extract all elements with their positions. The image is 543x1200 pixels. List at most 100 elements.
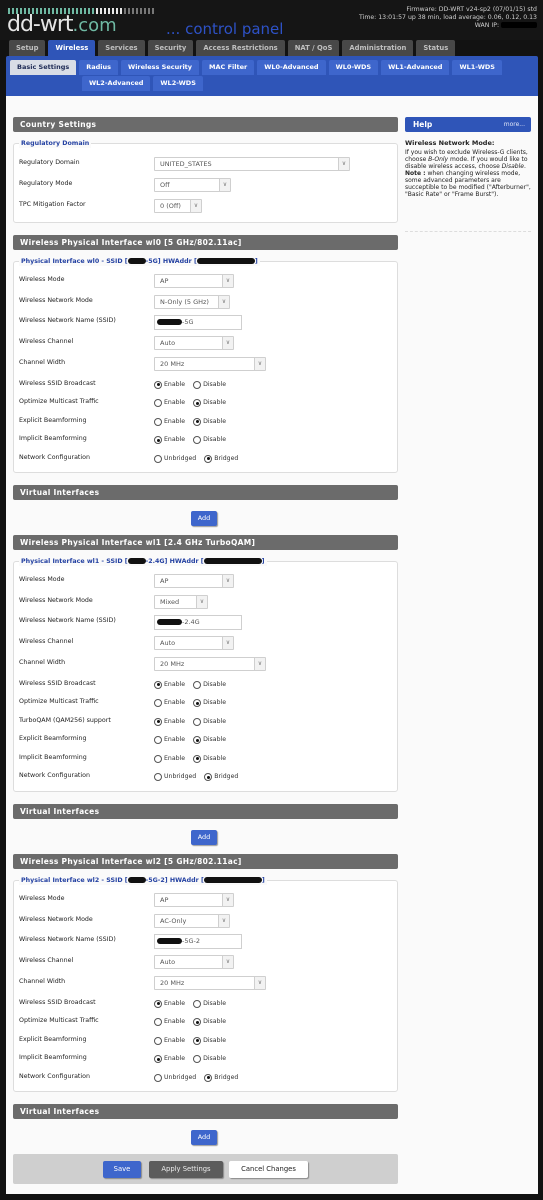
radio-button[interactable]: [193, 417, 202, 426]
radio-unbridged[interactable]: Unbridged: [154, 1073, 196, 1083]
radio-disable[interactable]: Disable: [193, 1036, 226, 1046]
radio-button[interactable]: [154, 699, 162, 707]
radio-enable[interactable]: Enable: [154, 1054, 185, 1064]
radio-enable[interactable]: Enable: [154, 417, 185, 427]
radio-button[interactable]: [154, 1036, 162, 1045]
network-mode-select[interactable]: AC-Only ∨: [154, 913, 230, 928]
ssid-input[interactable]: -2.4G: [154, 615, 242, 631]
radio-button[interactable]: [193, 717, 202, 726]
tab-status[interactable]: Status: [416, 40, 456, 56]
regulatory-domain-select[interactable]: UNITED_STATES ∨: [154, 157, 350, 171]
channel-width-select[interactable]: 20 MHz ∨: [154, 975, 266, 990]
radio-disable[interactable]: Disable: [193, 380, 226, 390]
radio-button[interactable]: [154, 754, 162, 763]
radio-disable[interactable]: Disable: [193, 1017, 226, 1027]
regulatory-mode-select[interactable]: Off ∨: [154, 178, 231, 192]
radio-button[interactable]: [154, 717, 162, 726]
radio-enable[interactable]: Enable: [154, 698, 185, 708]
radio-enable[interactable]: Enable: [154, 754, 185, 764]
radio-button[interactable]: [154, 454, 162, 463]
radio-button[interactable]: [193, 1055, 202, 1063]
radio-bridged[interactable]: Bridged: [204, 454, 238, 464]
subtab-wireless-security[interactable]: Wireless Security: [121, 60, 200, 75]
radio-unbridged[interactable]: Unbridged: [154, 772, 196, 782]
radio-button[interactable]: [154, 1055, 162, 1063]
radio-enable[interactable]: Enable: [154, 680, 185, 690]
network-mode-select[interactable]: Mixed ∨: [154, 594, 208, 609]
radio-button[interactable]: [154, 999, 162, 1008]
radio-enable[interactable]: Enable: [154, 999, 185, 1009]
radio-disable[interactable]: Disable: [193, 435, 226, 445]
wireless-mode-select[interactable]: AP ∨: [154, 893, 234, 907]
add-virtual-interface-button[interactable]: Add: [191, 1130, 217, 1145]
radio-button[interactable]: [154, 773, 162, 781]
wireless-mode-select[interactable]: AP ∨: [154, 574, 234, 588]
radio-button[interactable]: [193, 436, 202, 444]
network-mode-select[interactable]: N-Only (5 GHz) ∨: [154, 294, 230, 309]
cancel-changes-button[interactable]: Cancel Changes: [229, 1161, 308, 1178]
add-virtual-interface-button[interactable]: Add: [191, 829, 217, 845]
radio-button[interactable]: [193, 699, 202, 707]
radio-disable[interactable]: Disable: [193, 754, 226, 764]
radio-button[interactable]: [154, 417, 162, 426]
wireless-mode-select[interactable]: AP ∨: [154, 274, 234, 288]
tab-services[interactable]: Services: [98, 40, 145, 56]
radio-button[interactable]: [193, 380, 202, 389]
radio-disable[interactable]: Disable: [193, 1054, 226, 1064]
radio-button[interactable]: [154, 680, 162, 689]
radio-button[interactable]: [154, 399, 162, 407]
radio-enable[interactable]: Enable: [154, 735, 185, 745]
radio-disable[interactable]: Disable: [193, 735, 226, 745]
radio-button[interactable]: [193, 736, 202, 744]
subtab-wl0-wds[interactable]: WL0-WDS: [328, 60, 379, 75]
tab-nat-qos[interactable]: NAT / QoS: [287, 40, 340, 56]
radio-button[interactable]: [204, 773, 213, 781]
radio-button[interactable]: [204, 454, 213, 463]
channel-width-select[interactable]: 20 MHz ∨: [154, 656, 266, 671]
radio-button[interactable]: [193, 680, 202, 689]
radio-button[interactable]: [193, 754, 202, 763]
subtab-wl2-wds[interactable]: WL2-WDS: [153, 76, 203, 91]
radio-disable[interactable]: Disable: [193, 680, 226, 690]
radio-button[interactable]: [193, 1036, 202, 1045]
wireless-channel-select[interactable]: Auto ∨: [154, 336, 234, 351]
tpc-mitigation-select[interactable]: 0 (Off) ∨: [154, 199, 202, 213]
radio-disable[interactable]: Disable: [193, 398, 226, 408]
help-more-link[interactable]: more...: [504, 117, 525, 132]
radio-button[interactable]: [154, 436, 162, 444]
radio-button[interactable]: [154, 380, 162, 389]
tab-administration[interactable]: Administration: [342, 40, 414, 56]
radio-enable[interactable]: Enable: [154, 1036, 185, 1046]
radio-button[interactable]: [154, 1018, 162, 1026]
radio-enable[interactable]: Enable: [154, 1017, 185, 1027]
radio-bridged[interactable]: Bridged: [204, 772, 238, 782]
radio-button[interactable]: [193, 399, 202, 407]
tab-wireless[interactable]: Wireless: [48, 40, 96, 56]
radio-button[interactable]: [193, 999, 202, 1008]
radio-button[interactable]: [204, 1073, 213, 1082]
radio-enable[interactable]: Enable: [154, 380, 185, 390]
radio-enable[interactable]: Enable: [154, 717, 185, 727]
ssid-input[interactable]: -5G-2: [154, 934, 242, 950]
subtab-wl0-advanced[interactable]: WL0-Advanced: [257, 60, 326, 75]
subtab-basic-settings[interactable]: Basic Settings: [10, 60, 77, 75]
radio-disable[interactable]: Disable: [193, 999, 226, 1009]
radio-disable[interactable]: Disable: [193, 717, 226, 727]
channel-width-select[interactable]: 20 MHz ∨: [154, 356, 266, 371]
subtab-mac-filter[interactable]: MAC Filter: [202, 60, 255, 75]
subtab-wl1-advanced[interactable]: WL1-Advanced: [381, 60, 450, 75]
tab-security[interactable]: Security: [147, 40, 194, 56]
radio-unbridged[interactable]: Unbridged: [154, 454, 196, 464]
radio-enable[interactable]: Enable: [154, 398, 185, 408]
tab-access-restrictions[interactable]: Access Restrictions: [196, 40, 285, 56]
subtab-wl2-advanced[interactable]: WL2-Advanced: [82, 76, 151, 91]
tab-setup[interactable]: Setup: [9, 40, 46, 56]
wireless-channel-select[interactable]: Auto ∨: [154, 955, 234, 970]
radio-disable[interactable]: Disable: [193, 698, 226, 708]
radio-button[interactable]: [154, 736, 162, 744]
apply-settings-button[interactable]: Apply Settings: [149, 1161, 223, 1178]
save-button[interactable]: Save: [103, 1161, 141, 1178]
radio-disable[interactable]: Disable: [193, 417, 226, 427]
radio-bridged[interactable]: Bridged: [204, 1073, 238, 1083]
wireless-channel-select[interactable]: Auto ∨: [154, 636, 234, 651]
